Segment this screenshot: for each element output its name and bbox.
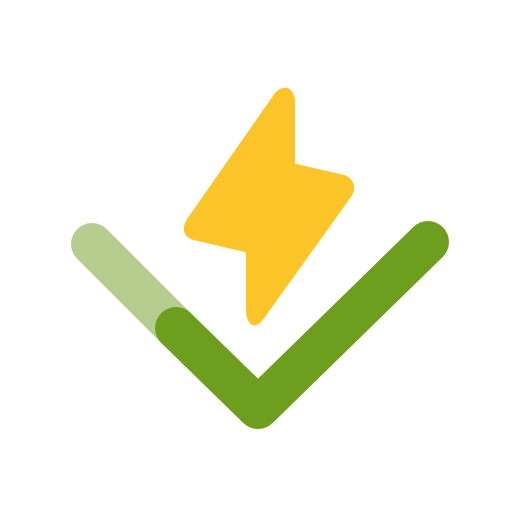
lightning-bolt-check-icon: [71, 87, 449, 429]
app-icon-canvas: [0, 0, 512, 512]
lightning-bolt-shape: [183, 87, 355, 326]
check-dark-stroke: [155, 221, 449, 429]
